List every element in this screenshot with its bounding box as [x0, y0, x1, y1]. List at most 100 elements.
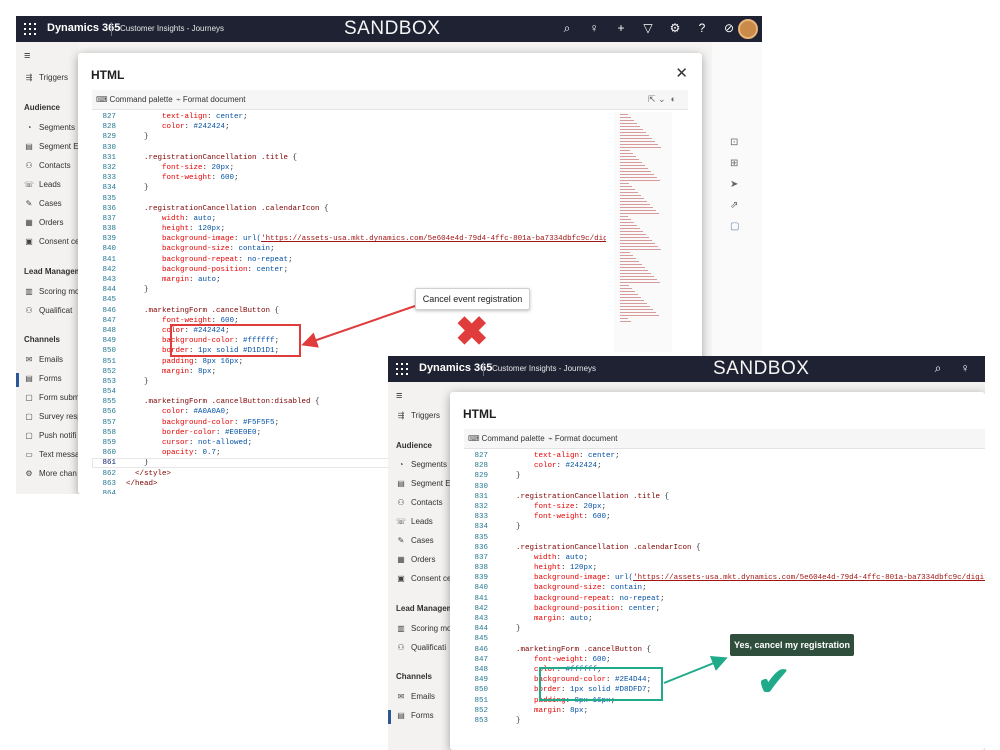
code-line[interactable]: 837 width: auto; — [92, 214, 606, 224]
code-line[interactable]: 828 color: #242424; — [92, 122, 606, 132]
nav-item-segments[interactable]: ◔ Segments — [24, 123, 75, 132]
line-number: 828 — [102, 123, 116, 132]
code-line[interactable]: 843 margin: auto; — [464, 614, 985, 624]
code-line[interactable]: 842 background-position: center; — [92, 265, 606, 275]
command-palette-button[interactable]: ⌨ Command palette — [468, 434, 545, 443]
nav-label: Cases — [411, 536, 434, 545]
nav-item-scoring[interactable]: ▥ Scoring mo — [24, 287, 79, 296]
code-line[interactable]: 827 text-align: center; — [464, 451, 985, 461]
code-line[interactable]: 839 background-image: url('https://asset… — [92, 234, 606, 244]
code-line[interactable]: 830 — [92, 143, 606, 153]
code-line[interactable]: 831 .registrationCancellation .title { — [464, 492, 985, 502]
code-line[interactable]: 828 color: #242424; — [464, 461, 985, 471]
nav-item-triggers[interactable]: ⇶ Triggers — [396, 411, 440, 420]
filter-icon[interactable]: ▽ — [641, 21, 655, 36]
code-line[interactable]: 833 font-weight: 600; — [92, 173, 606, 183]
format-document-button[interactable]: ⌁ Format document — [548, 434, 618, 443]
nav-item-forms[interactable]: ▤ Forms — [24, 374, 61, 383]
nav-item-orders[interactable]: ▦ Orders — [396, 555, 435, 564]
minimap-line — [620, 278, 657, 280]
nav-item-qualification[interactable]: ⚇ Qualificati — [396, 643, 446, 652]
nav-item-segment-e[interactable]: ▤ Segment E — [396, 479, 450, 488]
brand-name[interactable]: Dynamics 365 — [419, 362, 492, 374]
code-line[interactable]: 852 margin: 8px; — [464, 706, 985, 716]
nav-item-form-submissions[interactable]: ▢ Form subm — [24, 393, 79, 402]
code-line[interactable]: 841 background-repeat: no-repeat; — [92, 255, 606, 265]
nav-item-leads[interactable]: ☏ Leads — [396, 517, 433, 526]
code-line[interactable]: 846 .marketingForm .cancelButton { — [464, 645, 985, 655]
code-line[interactable]: 827 text-align: center; — [92, 112, 606, 122]
nav-item-more[interactable]: ⚙ More chan — [24, 469, 76, 478]
nav-item-cases[interactable]: ✎ Cases — [396, 536, 434, 545]
code-line[interactable]: 842 background-position: center; — [464, 604, 985, 614]
code-line[interactable]: 853 } — [464, 716, 985, 726]
code-line[interactable]: 845 — [464, 634, 985, 644]
code-line[interactable]: 832 font-size: 20px; — [464, 502, 985, 512]
editor-minimap[interactable] — [614, 112, 672, 352]
lightbulb-icon[interactable]: ♀ — [958, 361, 972, 376]
brand-name[interactable]: Dynamics 365 — [47, 22, 120, 34]
code-line[interactable]: 841 background-repeat: no-repeat; — [464, 594, 985, 604]
format-document-button[interactable]: ⌁ Format document — [176, 95, 246, 104]
plus-icon[interactable]: + — [614, 21, 628, 36]
code-line[interactable]: 838 height: 120px; — [92, 224, 606, 234]
code-line[interactable]: 833 font-weight: 600; — [464, 512, 985, 522]
nav-item-consent[interactable]: ▣ Consent ce — [396, 574, 451, 583]
code-line[interactable]: 839 background-image: url('https://asset… — [464, 573, 985, 583]
nav-item-emails[interactable]: ✉ Emails — [24, 355, 63, 364]
nav-item-qualification[interactable]: ⚇ Qualificat — [24, 306, 72, 315]
nav-item-survey[interactable]: ▢ Survey resp — [24, 412, 81, 421]
search-icon[interactable]: ⌕ — [560, 21, 574, 36]
copilot-icon[interactable]: ⊘ — [722, 21, 736, 36]
code-line[interactable]: 834 } — [464, 522, 985, 532]
nav-item-text[interactable]: ▭ Text messa — [24, 450, 79, 459]
code-line[interactable]: 834 } — [92, 183, 606, 193]
code-line[interactable]: 843 margin: auto; — [92, 275, 606, 285]
nav-item-triggers[interactable]: ⇶ Triggers — [24, 73, 68, 82]
nav-item-consent[interactable]: ▣ Consent ce — [24, 237, 79, 246]
code-line[interactable]: 840 background-size: contain; — [464, 583, 985, 593]
nav-item-contacts[interactable]: ⚇ Contacts — [24, 161, 70, 170]
nav-item-push[interactable]: ▢ Push notifi — [24, 431, 76, 440]
nav-item-forms[interactable]: ▤ Forms — [396, 711, 433, 720]
code-token: auto — [193, 214, 212, 223]
code-line[interactable]: 835 — [464, 533, 985, 543]
search-icon[interactable]: ⌕ — [931, 361, 945, 376]
hamburger-icon[interactable]: ≡ — [24, 50, 30, 62]
nav-item-contacts[interactable]: ⚇ Contacts — [396, 498, 442, 507]
nav-item-segment-e[interactable]: ▤ Segment E — [24, 142, 78, 151]
nav-item-cases[interactable]: ✎ Cases — [24, 199, 62, 208]
nav-item-segments[interactable]: ◔ Segments — [396, 460, 447, 469]
code-line[interactable]: 836 .registrationCancellation .calendarI… — [464, 543, 985, 553]
nav-item-leads[interactable]: ☏ Leads — [24, 180, 61, 189]
nav-item-emails[interactable]: ✉ Emails — [396, 692, 435, 701]
code-line[interactable]: 840 background-size: contain; — [92, 244, 606, 254]
code-line[interactable]: 837 width: auto; — [464, 553, 985, 563]
code-line[interactable]: 829 } — [464, 471, 985, 481]
app-subtitle[interactable]: Customer Insights - Journeys — [492, 364, 596, 373]
avatar[interactable] — [738, 19, 758, 39]
code-line[interactable]: 829 } — [92, 132, 606, 142]
close-icon[interactable]: ✕ — [675, 64, 688, 82]
code-line[interactable]: 836 .registrationCancellation .calendarI… — [92, 204, 606, 214]
editor-options[interactable]: ⇱ ⌄ ◐ — [648, 94, 676, 105]
code-line[interactable]: 847 font-weight: 600; — [464, 655, 985, 665]
code-line[interactable]: 835 — [92, 194, 606, 204]
code-line[interactable]: 830 — [464, 482, 985, 492]
code-line[interactable]: 844 } — [464, 624, 985, 634]
help-icon[interactable]: ? — [695, 21, 709, 36]
code-line[interactable]: 832 font-size: 20px; — [92, 163, 606, 173]
hamburger-icon[interactable]: ≡ — [396, 390, 402, 402]
gear-icon[interactable]: ⚙ — [668, 21, 682, 36]
app-launcher-icon[interactable] — [24, 23, 36, 35]
nav-item-scoring[interactable]: ▥ Scoring mo — [396, 624, 451, 633]
app-subtitle[interactable]: Customer Insights - Journeys — [120, 24, 224, 33]
command-palette-button[interactable]: ⌨ Command palette — [96, 95, 173, 104]
code-line[interactable]: 838 height: 120px; — [464, 563, 985, 573]
app-launcher-icon[interactable] — [396, 363, 408, 375]
code-line[interactable]: 831 .registrationCancellation .title { — [92, 153, 606, 163]
nav-item-orders[interactable]: ▦ Orders — [24, 218, 63, 227]
lightbulb-icon[interactable]: ♀ — [587, 21, 601, 36]
code-editor[interactable]: 827 text-align: center; 828 color: #24242… — [464, 451, 985, 750]
